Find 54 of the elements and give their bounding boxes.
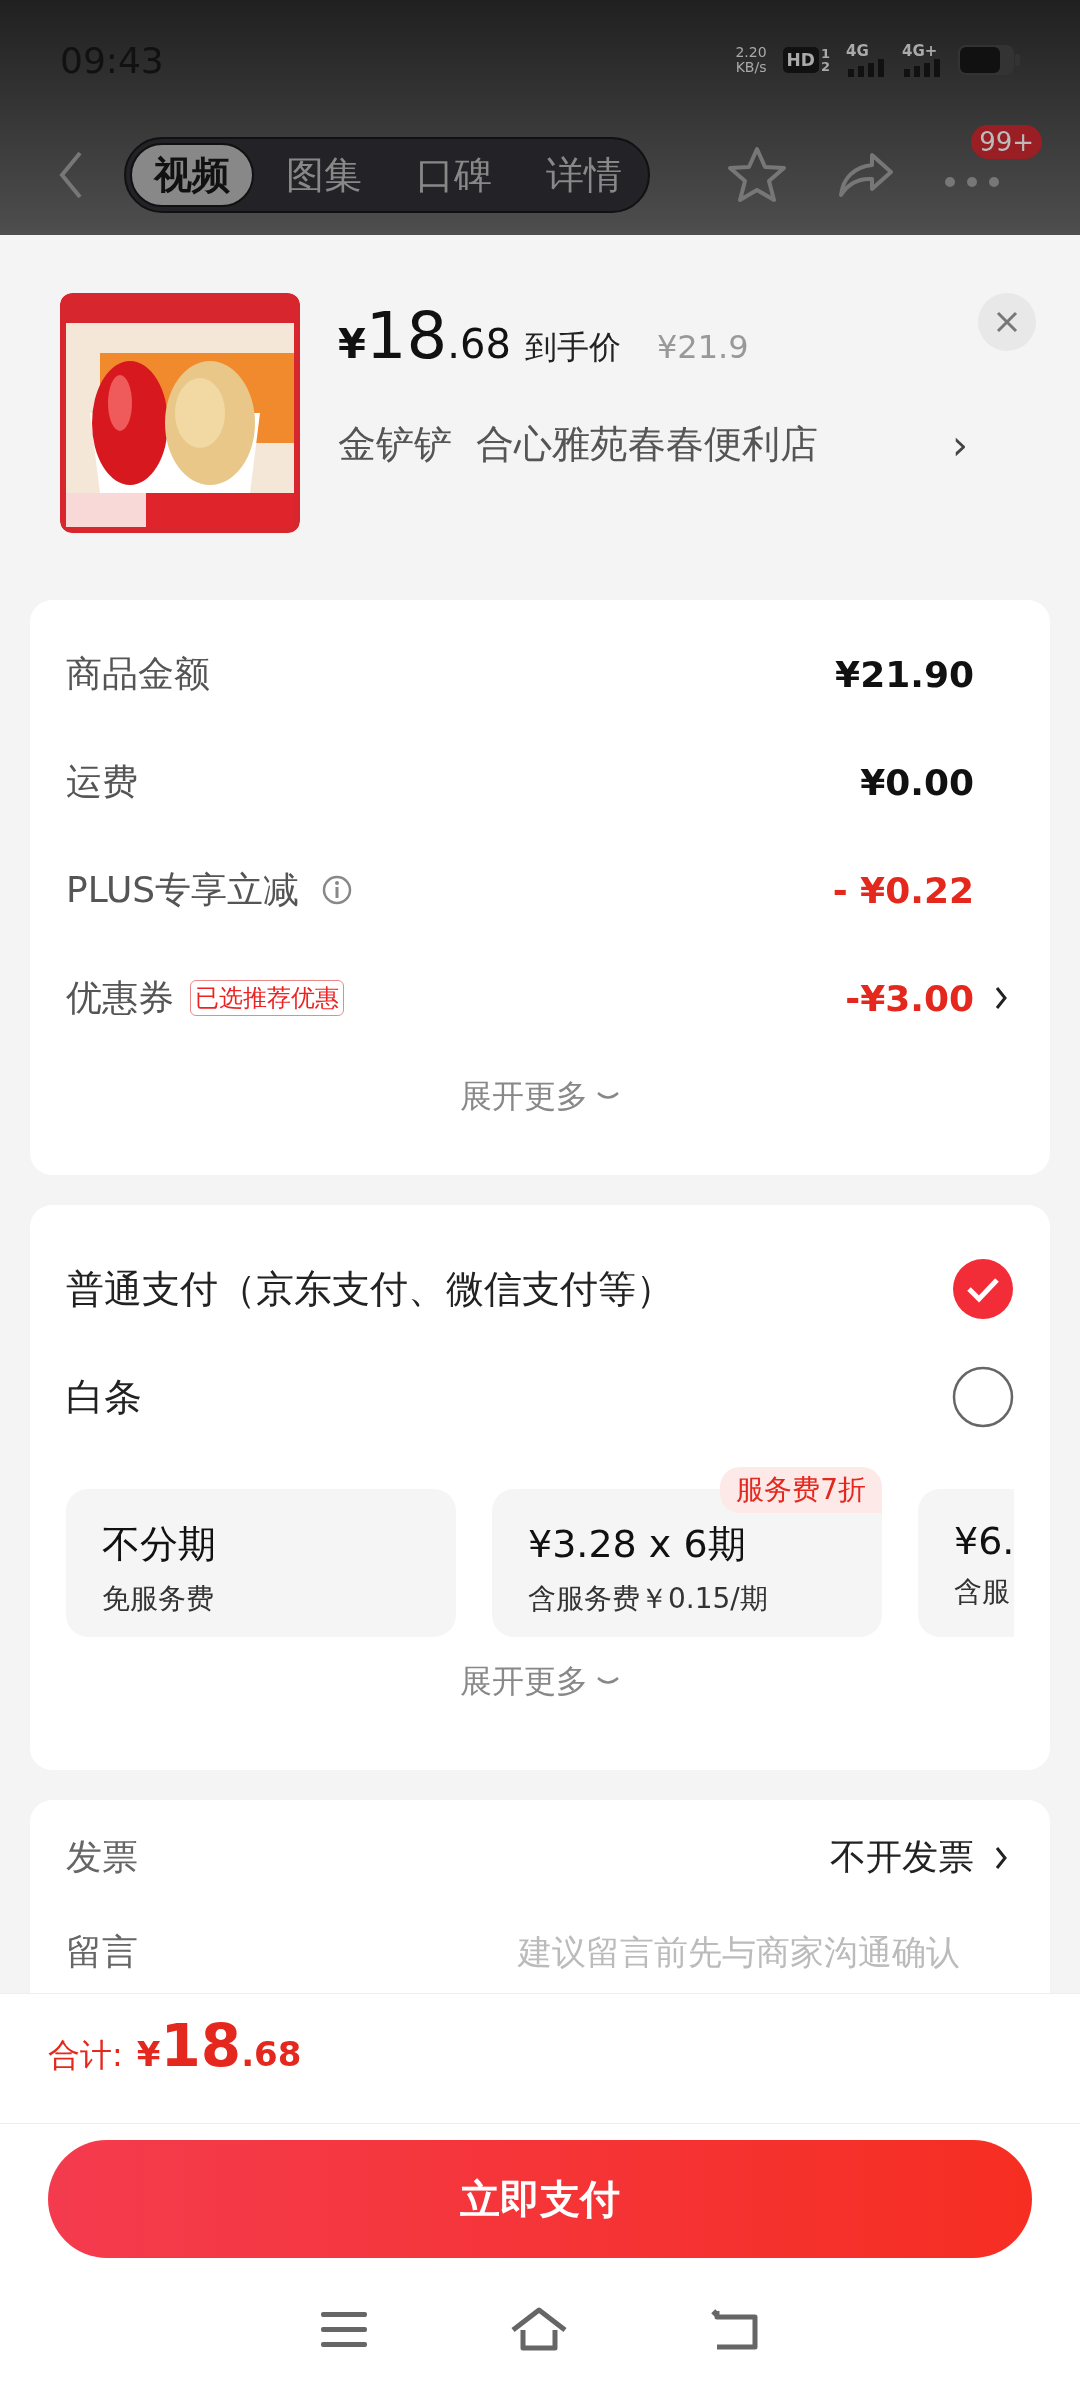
back-icon[interactable]: [710, 2307, 759, 2351]
price-label: 到手价: [524, 327, 621, 368]
plan-subtitle: 免服务费: [102, 1581, 215, 1617]
plan-title: ¥6.: [954, 1519, 1015, 1563]
store-name: 金铲铲 合心雅苑春春便利店: [338, 421, 819, 468]
back-icon[interactable]: [58, 150, 84, 200]
info-icon[interactable]: [321, 874, 354, 906]
tab[interactable]: 口碑: [394, 143, 514, 207]
discount-badge: 服务费7折: [720, 1467, 882, 1513]
summary-value: - ¥0.22: [832, 869, 974, 911]
network-speed: 2.20 KB/s: [735, 45, 767, 75]
option-label: 留言: [66, 1930, 138, 1974]
plan-subtitle: 含服: [954, 1574, 1011, 1610]
pay-button[interactable]: 立即支付: [48, 2140, 1032, 2258]
plan-title: 不分期: [102, 1521, 217, 1568]
chevron-icon[interactable]: ›: [952, 421, 968, 468]
plan-title: ¥3.28 x 6期: [528, 1521, 747, 1568]
expand-more-button[interactable]: 展开更多: [454, 1659, 626, 1705]
original-price: ¥21.9: [656, 328, 749, 366]
expand-more-button[interactable]: 展开更多: [454, 1074, 626, 1120]
menu-icon[interactable]: [321, 2309, 368, 2349]
plan-subtitle: 含服务费￥0.15/期: [528, 1581, 769, 1617]
home-icon[interactable]: [510, 2306, 568, 2352]
chevron-icon[interactable]: [994, 985, 1008, 1011]
summary-value: ¥0.00: [860, 761, 974, 803]
signal-indicator: 4G: [846, 43, 886, 77]
tab[interactable]: 视频: [130, 143, 254, 207]
signal-indicator: 4G+: [902, 43, 942, 77]
final-price: ¥18.68: [338, 299, 511, 373]
share-icon[interactable]: [838, 152, 894, 198]
radio-button[interactable]: [952, 1366, 1014, 1428]
payment-option[interactable]: 白条: [66, 1371, 142, 1423]
summary-label: PLUS专享立减: [66, 867, 300, 912]
tab[interactable]: 详情: [524, 143, 644, 207]
more-icon[interactable]: [944, 175, 1000, 188]
radio-checked-icon[interactable]: [952, 1258, 1014, 1320]
option-value[interactable]: 不开发票: [830, 1833, 974, 1882]
option-label: 发票: [66, 1835, 138, 1879]
summary-label: 商品金额: [66, 651, 210, 696]
notification-badge: 99+: [971, 124, 1042, 159]
installment-option[interactable]: ¥6. 含服: [918, 1489, 1015, 1637]
chevron-icon[interactable]: [994, 1844, 1008, 1871]
tab[interactable]: 图集: [264, 143, 384, 207]
summary-value: -¥3.00: [845, 977, 974, 1019]
star-icon[interactable]: [726, 146, 788, 204]
summary-value: ¥21.90: [835, 653, 974, 695]
summary-label: 优惠券: [66, 975, 174, 1020]
payment-option[interactable]: 普通支付（京东支付、微信支付等）: [66, 1263, 674, 1315]
summary-label: 运费: [66, 759, 138, 804]
close-icon[interactable]: [995, 310, 1019, 334]
battery-icon: [958, 45, 1020, 75]
installment-option[interactable]: 不分期 免服务费: [66, 1489, 456, 1637]
total-price: 合计: ¥18.68: [0, 1994, 1080, 2124]
coupon-tag: 已选推荐优惠: [190, 980, 344, 1016]
